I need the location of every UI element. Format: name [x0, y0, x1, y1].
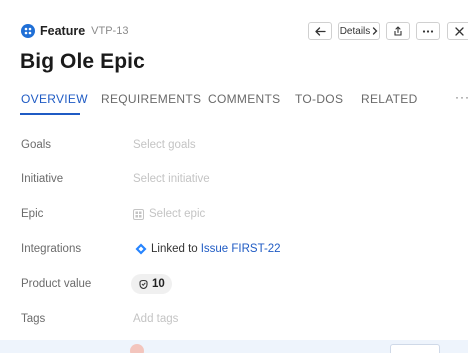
details-button[interactable]: Details [338, 22, 380, 40]
field-row-integrations: Integrations Linked to Issue FIRST-22 [0, 233, 468, 267]
tags-input[interactable]: Add tags [133, 313, 178, 325]
tab-to-dos[interactable]: TO-DOS [295, 92, 343, 106]
jira-diamond-icon [135, 243, 147, 255]
active-tab-indicator [20, 113, 80, 115]
field-row-tags: Tags Add tags [0, 303, 468, 337]
next-field-row-highlighted [0, 340, 468, 353]
score-icon [139, 279, 148, 289]
field-label-goals: Goals [21, 139, 52, 151]
avatar [130, 344, 144, 353]
more-actions-button[interactable] [416, 22, 440, 40]
tab-related[interactable]: RELATED [361, 92, 418, 106]
record-type-label: Feature [40, 24, 86, 38]
record-id: VTP-13 [91, 25, 129, 37]
share-button[interactable] [386, 22, 410, 40]
feature-type-icon [21, 24, 35, 38]
back-button[interactable] [308, 22, 332, 40]
field-row-initiative: Initiative Select initiative [0, 163, 468, 197]
initiative-select[interactable]: Select initiative [133, 173, 210, 185]
details-label: Details [339, 25, 371, 37]
jira-issue-link[interactable]: Issue FIRST-22 [201, 243, 281, 255]
field-row-goals: Goals Select goals [0, 129, 468, 163]
integration-link: Linked to Issue FIRST-22 [135, 243, 281, 255]
record-header: Feature VTP-13 Details Big Ole Epic OVER… [0, 0, 468, 120]
record-title[interactable]: Big Ole Epic [20, 50, 145, 74]
linked-to-text: Linked to [151, 243, 198, 255]
close-icon [454, 26, 464, 36]
epic-placeholder: Select epic [149, 208, 206, 220]
more-horizontal-icon [422, 29, 434, 33]
product-value-badge[interactable]: 10 [131, 274, 172, 294]
field-label-integrations: Integrations [21, 243, 82, 255]
product-value-number: 10 [152, 278, 165, 290]
arrow-left-icon [314, 26, 326, 36]
tabs-overflow-button[interactable]: ··· [455, 90, 468, 104]
field-row-product-value: Product value 10 [0, 268, 468, 302]
cut-off-control[interactable] [390, 344, 440, 353]
chevron-right-icon [373, 27, 378, 35]
record-tabs: OVERVIEW REQUIREMENTS COMMENTS TO-DOS RE… [0, 88, 468, 120]
epic-grid-icon [133, 208, 144, 220]
goals-select[interactable]: Select goals [133, 139, 196, 151]
tab-requirements[interactable]: REQUIREMENTS [101, 92, 201, 106]
field-label-initiative: Initiative [21, 173, 64, 185]
close-button[interactable] [447, 22, 468, 40]
field-row-epic: Epic Select epic [0, 198, 468, 232]
record-type-row: Feature VTP-13 [21, 23, 128, 39]
epic-select[interactable]: Select epic [133, 208, 205, 220]
share-icon [394, 26, 402, 36]
field-label-tags: Tags [21, 313, 46, 325]
field-label-product-value: Product value [21, 278, 92, 290]
tab-comments[interactable]: COMMENTS [208, 92, 280, 106]
field-label-epic: Epic [21, 208, 44, 220]
tab-overview[interactable]: OVERVIEW [21, 92, 88, 106]
